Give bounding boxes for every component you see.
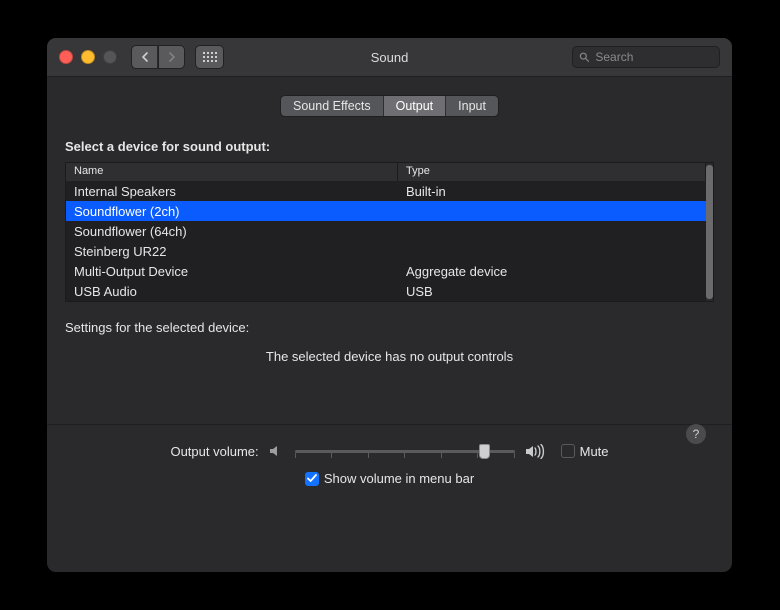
device-name: Soundflower (2ch): [66, 201, 398, 221]
back-button[interactable]: [131, 45, 158, 69]
device-type: [398, 241, 643, 261]
device-name: USB Audio: [66, 281, 398, 301]
section-heading: Select a device for sound output:: [65, 139, 714, 154]
tab-bar: Sound EffectsOutputInput: [65, 95, 714, 117]
close-window-button[interactable]: [59, 50, 73, 64]
device-type: [398, 201, 643, 221]
slider-thumb[interactable]: [479, 444, 490, 459]
table-header: Name Type: [66, 163, 706, 181]
device-name: Internal Speakers: [66, 181, 398, 201]
device-row[interactable]: Soundflower (64ch): [66, 221, 706, 241]
mute-control: Mute: [561, 444, 609, 459]
tab-input[interactable]: Input: [445, 96, 498, 116]
volume-low-icon: [269, 444, 285, 458]
device-row[interactable]: Multi-Output DeviceAggregate device: [66, 261, 706, 281]
device-name: Steinberg UR22: [66, 241, 398, 261]
show-all-button[interactable]: [195, 45, 224, 69]
window-controls: [59, 50, 117, 64]
device-name: Multi-Output Device: [66, 261, 398, 281]
device-table: Name Type Internal SpeakersBuilt-inSound…: [65, 162, 714, 302]
show-volume-row: Show volume in menu bar: [65, 471, 714, 486]
no-controls-message: The selected device has no output contro…: [65, 349, 714, 364]
search-input[interactable]: [593, 49, 713, 65]
table-body: Internal SpeakersBuilt-inSoundflower (2c…: [66, 181, 706, 301]
column-header-name[interactable]: Name: [66, 163, 398, 181]
scrollbar-track[interactable]: [706, 163, 713, 301]
sound-preferences-window: Sound Sound EffectsOutputInput Select a …: [47, 38, 732, 572]
show-volume-label: Show volume in menu bar: [324, 471, 474, 486]
device-type: USB: [398, 281, 643, 301]
title-bar: Sound: [47, 38, 732, 77]
device-row[interactable]: USB AudioUSB: [66, 281, 706, 301]
tab-sound-effects[interactable]: Sound Effects: [281, 96, 383, 116]
nav-buttons: [131, 45, 185, 69]
check-icon: [307, 474, 317, 483]
mute-checkbox[interactable]: [561, 444, 575, 458]
device-row[interactable]: Internal SpeakersBuilt-in: [66, 181, 706, 201]
chevron-right-icon: [168, 52, 176, 62]
search-icon: [579, 51, 589, 63]
volume-high-icon: [525, 444, 547, 459]
grid-icon: [203, 52, 217, 62]
window-body: Sound EffectsOutputInput Select a device…: [47, 77, 732, 500]
device-name: Soundflower (64ch): [66, 221, 398, 241]
settings-label: Settings for the selected device:: [65, 320, 714, 335]
forward-button[interactable]: [158, 45, 185, 69]
device-type: Aggregate device: [398, 261, 643, 281]
separator: [47, 424, 732, 425]
chevron-left-icon: [141, 52, 149, 62]
help-button[interactable]: ?: [686, 424, 706, 444]
output-volume-row: Output volume: Mute: [65, 443, 714, 459]
output-volume-slider[interactable]: [295, 443, 515, 459]
device-row[interactable]: Steinberg UR22: [66, 241, 706, 261]
zoom-window-button[interactable]: [103, 50, 117, 64]
tab-output[interactable]: Output: [383, 96, 446, 116]
column-header-type[interactable]: Type: [398, 163, 706, 181]
output-volume-label: Output volume:: [170, 444, 258, 459]
scrollbar-thumb[interactable]: [706, 165, 713, 299]
search-field[interactable]: [572, 46, 720, 68]
show-volume-checkbox[interactable]: [305, 472, 319, 486]
device-type: Built-in: [398, 181, 643, 201]
minimize-window-button[interactable]: [81, 50, 95, 64]
device-row[interactable]: Soundflower (2ch): [66, 201, 706, 221]
mute-label: Mute: [580, 444, 609, 459]
device-type: [398, 221, 643, 241]
